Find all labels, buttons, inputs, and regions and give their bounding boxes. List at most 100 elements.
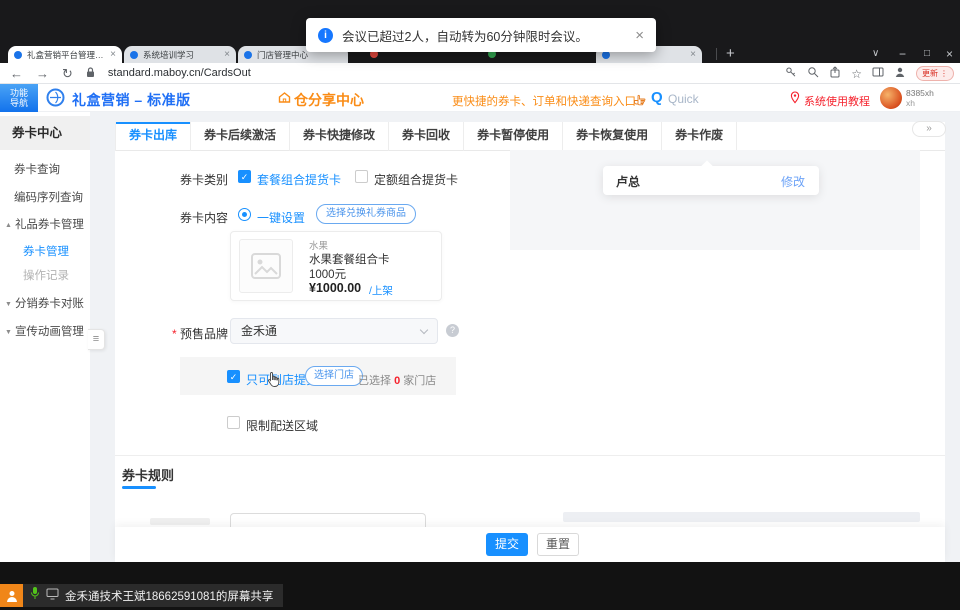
approver-popup: 卢总 修改	[603, 166, 819, 195]
sidebar-item-operation-log[interactable]: 操作记录	[0, 267, 90, 282]
select-goods-button[interactable]: 选择兑换礼券商品	[316, 204, 416, 224]
share-avatar	[0, 584, 23, 607]
triangle-down-icon: ▼	[5, 301, 12, 308]
update-button[interactable]: 更新 ⋮	[916, 66, 954, 81]
minimize-button[interactable]: −	[899, 47, 906, 61]
sidebar-item-code-sequence[interactable]: 编码序列查询	[0, 189, 90, 204]
checkbox-package-card[interactable]: ✓	[238, 170, 251, 183]
card-type-option2-label[interactable]: 定额组合提货卡	[374, 171, 458, 188]
sidebar-collapse-handle[interactable]: ≡	[88, 329, 105, 350]
tab-suspend-use[interactable]: 券卡暂停使用	[464, 122, 563, 151]
panel-collapse-button[interactable]: »	[912, 121, 946, 137]
select-store-button[interactable]: 选择门店	[305, 366, 363, 386]
screen-share-banner: 金禾通技术王斌18662591081的屏幕共享	[23, 584, 283, 607]
tab-followup-activation[interactable]: 券卡后续激活	[191, 122, 290, 151]
meeting-banner: i 会议已超过2人，自动转为60分钟限时会议。 ×	[306, 18, 656, 52]
meeting-banner-text: 会议已超过2人，自动转为60分钟限时会议。	[342, 26, 626, 45]
card-type-option1-label[interactable]: 套餐组合提货卡	[257, 171, 341, 188]
browser-toolbar: ← → ↻ standard.maboy.cn/CardsOut ☆ 更新 ⋮	[0, 63, 960, 84]
address-bar[interactable]: standard.maboy.cn/CardsOut	[108, 63, 251, 84]
brand-select-value: 金禾通	[241, 324, 277, 338]
product-name: 水果套餐组合卡	[309, 251, 390, 267]
quick-search-label[interactable]: Quick	[668, 92, 699, 106]
banner-close-icon[interactable]: ×	[635, 27, 644, 44]
tab-resume-use[interactable]: 券卡恢复使用	[563, 122, 662, 151]
tab-close-icon[interactable]: ×	[224, 49, 230, 60]
sidebar-title: 券卡中心	[0, 116, 90, 150]
microphone-icon	[30, 586, 40, 605]
user-id: 8385xh	[906, 88, 934, 98]
side-panel-icon[interactable]	[872, 65, 884, 83]
share-icon[interactable]	[829, 65, 841, 83]
help-icon[interactable]: ?	[446, 324, 459, 337]
product-card: 水果 水果套餐组合卡 1000元 ¥1000.00 /上架	[230, 231, 442, 301]
screen-share-icon	[46, 587, 59, 605]
tab-divider	[716, 48, 717, 60]
key-icon[interactable]	[785, 65, 797, 83]
modify-link[interactable]: 修改	[781, 173, 805, 190]
tab-close-icon[interactable]: ×	[690, 49, 696, 60]
tutorial-link[interactable]: 系统使用教程	[804, 93, 870, 109]
sidebar-item-animation[interactable]: ▼宣传动画管理	[0, 323, 90, 338]
person-icon	[5, 589, 19, 603]
location-pin-icon	[790, 91, 800, 109]
checkbox-delivery-restriction[interactable]	[227, 416, 240, 429]
bookmark-star-icon[interactable]: ☆	[851, 67, 862, 81]
pointer-hand-icon	[633, 93, 646, 111]
product-status[interactable]: /上架	[369, 283, 393, 298]
tab-title: 礼盒营销平台管理中心	[27, 49, 106, 61]
window-restore-menu-icon[interactable]: ∨	[872, 48, 879, 59]
delivery-label[interactable]: 限制配送区域	[246, 417, 318, 434]
tab-card-outbound[interactable]: 券卡出库	[115, 122, 191, 151]
tab-card-void[interactable]: 券卡作废	[662, 122, 737, 151]
clipped-input-stub[interactable]	[230, 513, 426, 527]
tab-close-icon[interactable]: ×	[110, 49, 116, 60]
sidebar-item-distribution[interactable]: ▼分销券卡对账	[0, 295, 90, 310]
app-logo	[46, 88, 65, 112]
lock-icon[interactable]	[86, 65, 95, 83]
product-price: ¥1000.00	[309, 281, 361, 295]
sidebar-item-card-management[interactable]: 券卡管理	[0, 243, 90, 258]
rules-title: 券卡规则	[122, 465, 174, 484]
mouse-cursor	[267, 371, 282, 393]
back-button[interactable]: ←	[10, 63, 23, 84]
checkbox-fixed-amount-card[interactable]	[355, 170, 368, 183]
product-category: 水果	[309, 238, 328, 252]
menu-dots-icon[interactable]: ⋮	[940, 69, 948, 78]
chevron-down-icon	[420, 326, 428, 334]
reload-button[interactable]: ↻	[62, 63, 73, 84]
profile-icon[interactable]	[894, 65, 906, 83]
approver-name: 卢总	[616, 173, 640, 190]
favicon-icon	[130, 51, 138, 59]
share-center-link[interactable]: 仓分享中心	[294, 90, 364, 110]
user-avatar[interactable]	[880, 87, 902, 109]
forward-button[interactable]: →	[36, 63, 49, 84]
maximize-button[interactable]: □	[924, 48, 930, 59]
card-type-label: 券卡类别	[130, 171, 228, 188]
new-tab-button[interactable]: +	[726, 45, 735, 62]
close-window-button[interactable]: ×	[946, 47, 953, 61]
nav-toggle-button[interactable]: 功能 导航	[0, 84, 38, 112]
section-divider	[115, 455, 945, 456]
zoom-icon[interactable]	[807, 65, 819, 83]
sidebar-item-card-query[interactable]: 券卡查询	[0, 161, 90, 176]
browser-tab-training[interactable]: 系统培训学习 ×	[124, 46, 236, 63]
radio-one-click[interactable]	[238, 208, 251, 221]
triangle-down-icon: ▼	[5, 329, 12, 336]
submit-bar	[115, 527, 945, 562]
image-placeholder-icon	[239, 239, 293, 293]
tab-card-recycle[interactable]: 券卡回收	[389, 122, 464, 151]
sidebar-item-gift-card-mgmt[interactable]: ▲礼品券卡管理	[0, 216, 90, 231]
tab-quick-modify[interactable]: 券卡快捷修改	[290, 122, 389, 151]
brand-select[interactable]: 金禾通	[230, 318, 438, 344]
reset-button[interactable]: 重置	[537, 533, 579, 556]
quick-search-icon[interactable]: Q	[651, 89, 663, 106]
checkbox-store-pickup[interactable]: ✓	[227, 370, 240, 383]
tab-title: 系统培训学习	[143, 49, 220, 61]
house-icon	[278, 91, 291, 109]
right-panel	[510, 150, 920, 250]
one-click-label[interactable]: 一键设置	[257, 209, 305, 226]
browser-tab-gift-platform[interactable]: 礼盒营销平台管理中心 ×	[8, 46, 122, 63]
submit-button[interactable]: 提交	[486, 533, 528, 556]
favicon-icon	[244, 51, 252, 59]
